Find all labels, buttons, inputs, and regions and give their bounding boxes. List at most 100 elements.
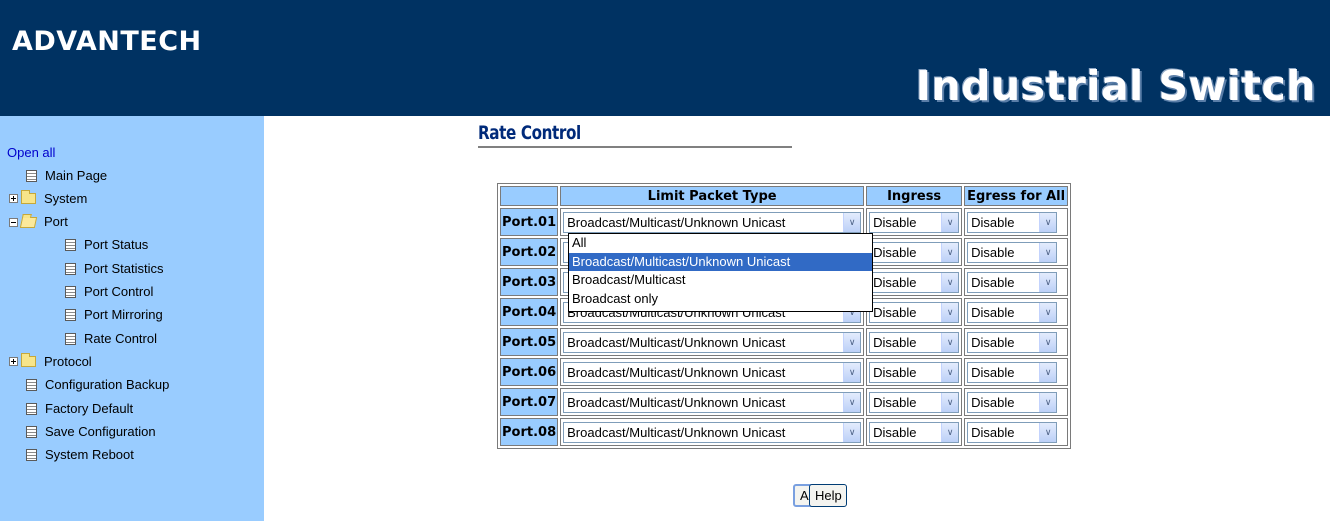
brand-logo: ADVANTECH (12, 26, 202, 57)
sidebar-item-system-reboot[interactable]: System Reboot (26, 446, 134, 464)
sidebar-item-system[interactable]: System (9, 189, 87, 207)
egress-select[interactable]: Disable ∨ (967, 241, 1058, 263)
limit-packet-type-select[interactable]: Broadcast/Multicast/Unknown Unicast ∨ (563, 211, 862, 233)
egress-value: Disable (971, 214, 1015, 230)
chevron-down-icon[interactable]: ∨ (941, 272, 959, 292)
egress-select[interactable]: Disable ∨ (967, 361, 1058, 383)
sidebar-item-label: Configuration Backup (45, 377, 170, 393)
table-row: Port.07 Broadcast/Multicast/Unknown Unica… (500, 388, 1069, 416)
ingress-cell: Disable ∨ (866, 208, 963, 236)
page-title: Rate Control (478, 122, 581, 144)
chevron-down-icon[interactable]: ∨ (1039, 362, 1057, 382)
chevron-down-icon[interactable]: ∨ (1039, 302, 1057, 322)
egress-value: Disable (971, 364, 1015, 380)
egress-select[interactable]: Disable ∨ (967, 421, 1058, 443)
chevron-down-icon[interactable]: ∨ (843, 332, 861, 352)
sidebar-item-label: Main Page (45, 167, 108, 183)
dropdown-option[interactable]: Broadcast/Multicast/Unknown Unicast (569, 252, 872, 271)
ingress-value: Disable (873, 244, 917, 260)
chevron-down-icon[interactable]: ∨ (941, 392, 959, 412)
egress-cell: Disable ∨ (964, 298, 1069, 326)
ingress-value: Disable (873, 304, 917, 320)
sidebar-item-protocol[interactable]: Protocol (9, 352, 92, 370)
chevron-down-icon[interactable]: ∨ (941, 302, 959, 322)
dropdown-option[interactable]: Broadcast only (569, 290, 872, 309)
sidebar-item-port-statistics[interactable]: Port Statistics (65, 259, 163, 277)
page-icon (26, 169, 37, 182)
ingress-select[interactable]: Disable ∨ (869, 361, 960, 383)
expand-icon[interactable] (9, 194, 18, 204)
limit-packet-type-dropdown-list[interactable]: All Broadcast/Multicast/Unknown Unicast Br… (568, 233, 873, 312)
chevron-down-icon[interactable]: ∨ (1039, 392, 1057, 412)
sidebar-item-rate-control[interactable]: Rate Control (65, 329, 157, 347)
sidebar-item-label: System Reboot (45, 447, 134, 463)
ingress-select[interactable]: Disable ∨ (869, 391, 960, 413)
egress-select[interactable]: Disable ∨ (967, 391, 1058, 413)
expand-icon[interactable] (9, 357, 18, 367)
chevron-down-icon[interactable]: ∨ (941, 332, 959, 352)
sidebar-item-label: System (44, 190, 88, 206)
chevron-down-icon[interactable]: ∨ (843, 362, 861, 382)
chevron-down-icon[interactable]: ∨ (1039, 332, 1057, 352)
egress-header: Egress for All (964, 186, 1069, 206)
chevron-down-icon[interactable]: ∨ (843, 392, 861, 412)
port-label: Port.04 (500, 298, 559, 326)
limit-packet-type-select[interactable]: Broadcast/Multicast/Unknown Unicast ∨ (563, 391, 862, 413)
sidebar-item-port[interactable]: Port (9, 213, 68, 231)
sidebar-item-main-page[interactable]: Main Page (26, 166, 107, 184)
sidebar-item-port-mirroring[interactable]: Port Mirroring (65, 306, 163, 324)
help-button[interactable]: Help (809, 484, 847, 507)
limit-packet-type-value: Broadcast/Multicast/Unknown Unicast (567, 394, 786, 410)
chevron-down-icon[interactable]: ∨ (1039, 242, 1057, 262)
port-label: Port.02 (500, 238, 559, 266)
page-icon (65, 239, 76, 252)
egress-select[interactable]: Disable ∨ (967, 271, 1058, 293)
limit-packet-type-cell: Broadcast/Multicast/Unknown Unicast ∨ (560, 418, 865, 446)
ingress-select[interactable]: Disable ∨ (869, 301, 960, 323)
limit-packet-type-select[interactable]: Broadcast/Multicast/Unknown Unicast ∨ (563, 421, 862, 443)
egress-select[interactable]: Disable ∨ (967, 211, 1058, 233)
dropdown-option[interactable]: All (569, 234, 872, 253)
sidebar-item-factory-default[interactable]: Factory Default (26, 399, 133, 417)
sidebar-item-label: Save Configuration (45, 423, 156, 439)
ingress-cell: Disable ∨ (866, 418, 963, 446)
chevron-down-icon[interactable]: ∨ (1039, 272, 1057, 292)
limit-packet-type-select[interactable]: Broadcast/Multicast/Unknown Unicast ∨ (563, 331, 862, 353)
port-label: Port.07 (500, 388, 559, 416)
ingress-value: Disable (873, 364, 917, 380)
chevron-down-icon[interactable]: ∨ (941, 212, 959, 232)
dropdown-option[interactable]: Broadcast/Multicast (569, 271, 872, 290)
page-icon (26, 449, 37, 462)
chevron-down-icon[interactable]: ∨ (941, 242, 959, 262)
ingress-select[interactable]: Disable ∨ (869, 331, 960, 353)
chevron-down-icon[interactable]: ∨ (843, 422, 861, 442)
collapse-icon[interactable] (9, 217, 18, 227)
ingress-cell: Disable ∨ (866, 358, 963, 386)
sidebar-item-port-control[interactable]: Port Control (65, 283, 153, 301)
limit-packet-type-select[interactable]: Broadcast/Multicast/Unknown Unicast ∨ (563, 361, 862, 383)
egress-select[interactable]: Disable ∨ (967, 331, 1058, 353)
open-all-link[interactable]: Open all (7, 145, 55, 160)
egress-cell: Disable ∨ (964, 268, 1069, 296)
ingress-select[interactable]: Disable ∨ (869, 421, 960, 443)
chevron-down-icon[interactable]: ∨ (1039, 422, 1057, 442)
ingress-cell: Disable ∨ (866, 328, 963, 356)
ingress-value: Disable (873, 424, 917, 440)
chevron-down-icon[interactable]: ∨ (1039, 212, 1057, 232)
ingress-select[interactable]: Disable ∨ (869, 241, 960, 263)
sidebar-item-port-status[interactable]: Port Status (65, 236, 148, 254)
table-header-row: Limit Packet Type Ingress Egress for All (500, 186, 1069, 206)
sidebar-item-configuration-backup[interactable]: Configuration Backup (26, 376, 169, 394)
chevron-down-icon[interactable]: ∨ (941, 422, 959, 442)
limit-packet-type-cell: Broadcast/Multicast/Unknown Unicast ∨ (560, 328, 865, 356)
chevron-down-icon[interactable]: ∨ (843, 212, 861, 232)
ingress-select[interactable]: Disable ∨ (869, 271, 960, 293)
sidebar-item-save-configuration[interactable]: Save Configuration (26, 422, 156, 440)
ingress-select[interactable]: Disable ∨ (869, 211, 960, 233)
product-title: Industrial Switch (915, 62, 1316, 110)
table-row: Port.06 Broadcast/Multicast/Unknown Unica… (500, 358, 1069, 386)
egress-select[interactable]: Disable ∨ (967, 301, 1058, 323)
title-divider (478, 146, 792, 148)
rate-control-table: Limit Packet Type Ingress Egress for All… (497, 183, 1072, 449)
chevron-down-icon[interactable]: ∨ (941, 362, 959, 382)
